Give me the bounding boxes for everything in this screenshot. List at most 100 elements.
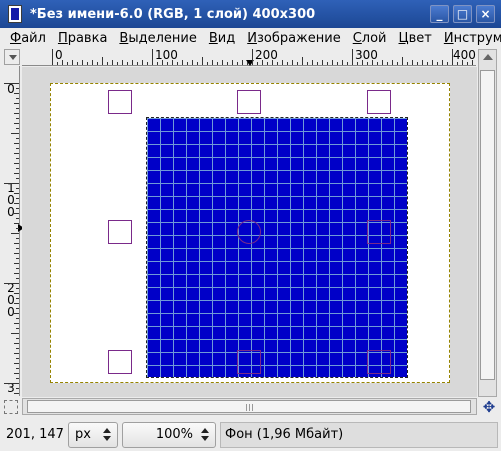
selected-blue-rectangle[interactable] — [146, 117, 408, 378]
ruler-tick — [16, 318, 19, 319]
ruler-tick — [232, 60, 233, 65]
ruler-tick — [142, 60, 143, 65]
transform-center-handle[interactable] — [237, 220, 261, 244]
ruler-menu-button[interactable] — [4, 49, 20, 65]
menu-tools[interactable]: Инструм — [438, 31, 501, 46]
ruler-tick — [14, 93, 19, 94]
ruler-tick — [67, 62, 68, 65]
ruler-tick — [14, 373, 19, 374]
zoom-select[interactable]: 100% — [122, 421, 216, 448]
navigate-icon[interactable]: ✥ — [481, 399, 497, 415]
ruler-tick — [467, 62, 468, 65]
ruler-tick — [16, 238, 19, 239]
menu-colors[interactable]: Цвет — [393, 31, 438, 46]
minimize-button[interactable]: _ — [430, 5, 449, 23]
horizontal-scrollbar[interactable] — [22, 398, 477, 415]
ruler-tick — [16, 328, 19, 329]
ruler-tick — [112, 60, 113, 65]
ruler-tick — [272, 60, 273, 65]
ruler-tick — [14, 213, 19, 214]
scroll-grip — [246, 404, 247, 411]
transform-handle-right[interactable] — [367, 220, 391, 244]
ruler-tick — [11, 233, 19, 234]
ruler-tick — [16, 388, 19, 389]
menu-image[interactable]: Изображение — [241, 31, 347, 46]
menu-select[interactable]: Выделение — [113, 31, 202, 46]
ruler-tick — [362, 60, 363, 65]
ruler-label: 100 — [155, 48, 178, 62]
ruler-tick — [16, 198, 19, 199]
ruler-tick — [167, 62, 168, 65]
ruler-tick — [367, 62, 368, 65]
ruler-tick — [192, 60, 193, 65]
ruler-tick — [16, 148, 19, 149]
ruler-tick — [16, 138, 19, 139]
scroll-grip — [249, 404, 250, 411]
ruler-tick — [16, 108, 19, 109]
ruler-tick — [14, 203, 19, 204]
ruler-tick — [157, 62, 158, 65]
vertical-scrollbar[interactable] — [478, 49, 497, 397]
ruler-tick — [77, 62, 78, 65]
menu-file[interactable]: Файл — [0, 31, 52, 46]
image-canvas[interactable] — [50, 83, 450, 383]
menu-edit[interactable]: Правка — [52, 31, 113, 46]
close-button[interactable]: × — [476, 5, 495, 23]
ruler-tick — [332, 60, 333, 65]
ruler-tick — [267, 62, 268, 65]
zoom-to-fit-icon[interactable] — [483, 54, 493, 60]
unit-dropdown-arrows-icon[interactable] — [103, 427, 112, 442]
horizontal-scroll-thumb[interactable] — [27, 400, 471, 413]
ruler-tick — [207, 62, 208, 65]
maximize-button[interactable]: □ — [453, 5, 472, 23]
window-title: *Без имени-6.0 (RGB, 1 слой) 400x300 — [30, 6, 316, 22]
ruler-tick — [417, 62, 418, 65]
vertical-scroll-thumb[interactable] — [480, 70, 495, 380]
ruler-tick — [16, 288, 19, 289]
ruler-tick — [16, 218, 19, 219]
ruler-tick — [387, 62, 388, 65]
quick-mask-toggle[interactable] — [4, 400, 18, 414]
ruler-tick — [197, 62, 198, 65]
ruler-tick — [312, 60, 313, 65]
ruler-tick — [302, 57, 303, 65]
ruler-tick — [127, 62, 128, 65]
transform-handle-top[interactable] — [237, 90, 261, 114]
transform-handle-bottom[interactable] — [237, 350, 261, 374]
zoom-dropdown-arrows-icon[interactable] — [201, 427, 210, 442]
scroll-grip — [252, 404, 253, 411]
transform-handle-top-left[interactable] — [108, 90, 132, 114]
ruler-tick — [57, 62, 58, 65]
transform-handle-bottom-left[interactable] — [108, 350, 132, 374]
ruler-tick — [16, 268, 19, 269]
transform-handle-top-right[interactable] — [367, 90, 391, 114]
ruler-tick — [397, 62, 398, 65]
canvas-area[interactable] — [22, 67, 477, 397]
unit-select[interactable]: px — [68, 421, 118, 448]
menu-view[interactable]: Вид — [203, 31, 241, 46]
ruler-tick — [222, 60, 223, 65]
transform-handle-left[interactable] — [108, 220, 132, 244]
ruler-tick — [14, 103, 19, 104]
ruler-tick — [107, 62, 108, 65]
ruler-tick — [14, 313, 19, 314]
pointer-coordinates: 201, 147 — [6, 427, 64, 442]
ruler-tick — [14, 143, 19, 144]
ruler-tick — [407, 62, 408, 65]
ruler-tick — [14, 243, 19, 244]
vertical-ruler[interactable]: 0 1 0 0 2 0 0 3 — [4, 66, 24, 396]
transform-handle-bottom-right[interactable] — [367, 350, 391, 374]
ruler-label: 200 — [255, 48, 278, 62]
ruler-tick — [14, 193, 19, 194]
ruler-tick — [307, 62, 308, 65]
ruler-tick — [14, 363, 19, 364]
ruler-tick — [187, 62, 188, 65]
ruler-tick — [16, 98, 19, 99]
ruler-tick — [16, 228, 19, 229]
ruler-tick — [16, 178, 19, 179]
horizontal-ruler[interactable]: 0 100 200 300 400 — [22, 49, 476, 66]
ruler-tick — [14, 293, 19, 294]
ruler-tick — [357, 62, 358, 65]
menu-layer[interactable]: Слой — [347, 31, 393, 46]
ruler-tick — [442, 60, 443, 65]
